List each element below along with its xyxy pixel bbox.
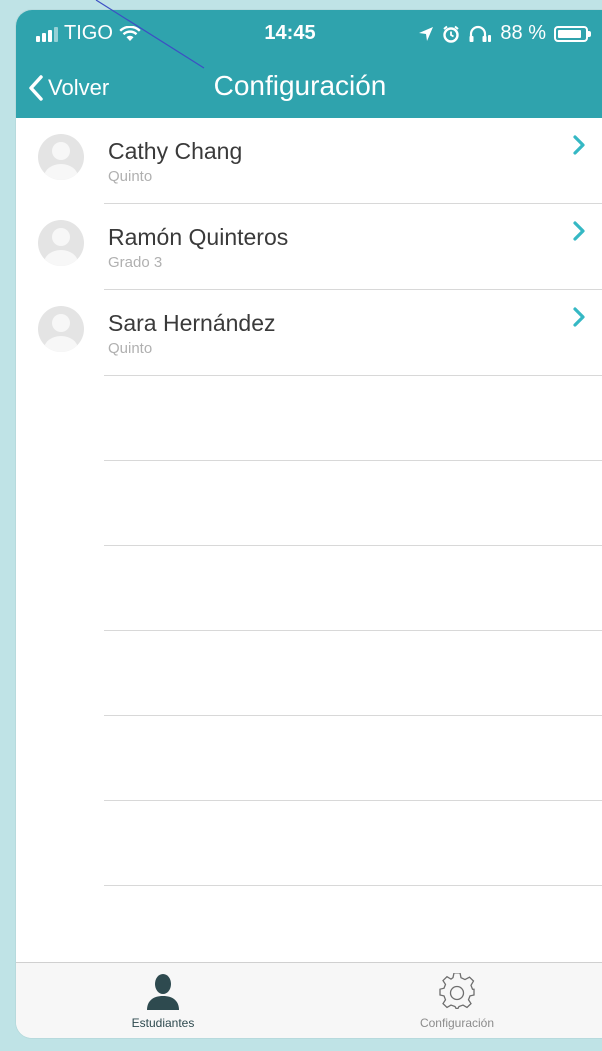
empty-list-row [104,716,602,801]
student-grade: Quinto [108,340,153,357]
chevron-right-icon [573,135,585,155]
chevron-right-icon [573,221,585,241]
status-right: 88 % [418,22,591,45]
tab-estudiantes[interactable]: Estudiantes [16,963,310,1038]
student-list: Cathy Chang Quinto Ramón Quinteros Grado… [16,118,602,886]
battery-level-fill [558,29,581,38]
avatar-placeholder-icon [44,142,78,180]
student-row-2[interactable]: Ramón Quinteros Grado 3 [38,204,602,290]
empty-list-row [104,801,602,886]
avatar [38,134,84,180]
status-bar: TIGO 14:45 88 % [16,22,602,50]
page-title: Configuración [213,70,387,101]
avatar [38,220,84,266]
student-grade: Quinto [108,168,153,185]
student-name: Ramón Quinteros [108,224,289,250]
avatar [38,306,84,352]
phone-screen: TIGO 14:45 88 % Volver Configuración Cat… [16,10,602,1038]
alarm-icon [443,25,460,43]
navigation-bar: Volver Configuración [16,68,602,112]
empty-list-row [104,376,602,461]
tab-bar: Estudiantes Configuración [16,962,602,1038]
empty-list-row [104,631,602,716]
gear-icon [439,973,475,1010]
tab-label: Configuración [419,1016,495,1030]
student-name: Sara Hernández [108,310,276,336]
empty-list-row [104,546,602,631]
header: TIGO 14:45 88 % Volver Configuración [16,10,602,118]
student-row-1[interactable]: Cathy Chang Quinto [38,118,602,204]
student-name: Cathy Chang [108,138,243,164]
avatar-placeholder-icon [44,228,78,266]
person-icon [147,974,179,1010]
chevron-right-icon [573,307,585,327]
student-row-3[interactable]: Sara Hernández Quinto [38,290,602,376]
headphones-icon [469,25,492,42]
tab-configuracion[interactable]: Configuración [310,963,602,1038]
tab-label: Estudiantes [131,1016,195,1030]
battery-icon [554,25,591,42]
location-arrow-icon [419,26,434,41]
avatar-placeholder-icon [44,314,78,352]
empty-list-row [104,461,602,546]
student-grade: Grado 3 [108,254,163,271]
battery-percent: 88 % [500,22,546,44]
